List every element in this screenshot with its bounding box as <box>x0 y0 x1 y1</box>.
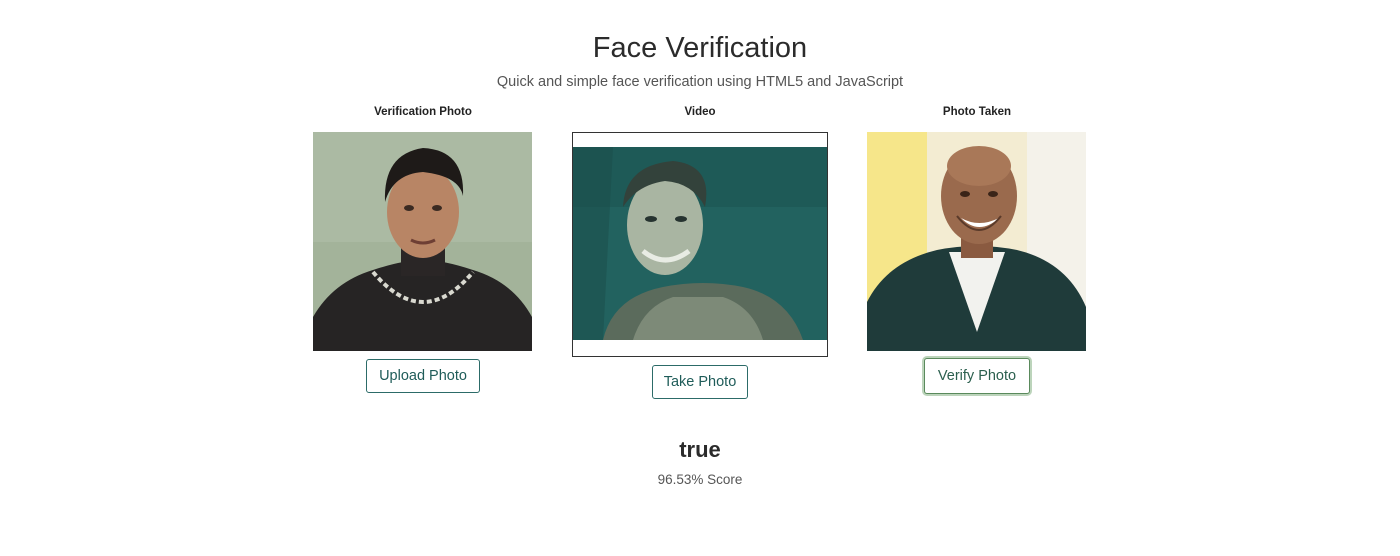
page-title: Face Verification <box>592 32 808 64</box>
verification-photo-column: Verification Photo Upload Photo <box>313 104 533 393</box>
video-feed <box>573 147 827 340</box>
verification-result: true <box>679 437 721 462</box>
page: Face Verification Quick and simple face … <box>0 0 1400 556</box>
verification-score: 96.53% Score <box>657 472 743 487</box>
upload-photo-button[interactable]: Upload Photo <box>366 359 480 393</box>
verify-photo-button[interactable]: Verify Photo <box>924 358 1030 394</box>
video-frame-image <box>573 147 827 340</box>
photo-taken-image <box>867 132 1086 351</box>
photo-taken-portrait <box>867 132 1086 351</box>
video-label: Video <box>684 106 716 118</box>
photo-taken-column: Photo Taken Verify Photo <box>867 104 1087 394</box>
photo-taken-label: Photo Taken <box>942 106 1012 118</box>
verification-photo-image <box>313 132 532 351</box>
video-player[interactable] <box>572 132 828 357</box>
video-column: Video Take Photo <box>572 104 828 399</box>
take-photo-button[interactable]: Take Photo <box>652 365 748 399</box>
verification-photo-portrait <box>313 132 532 351</box>
verification-photo-label: Verification Photo <box>374 106 472 118</box>
page-subtitle: Quick and simple face verification using… <box>496 74 904 90</box>
